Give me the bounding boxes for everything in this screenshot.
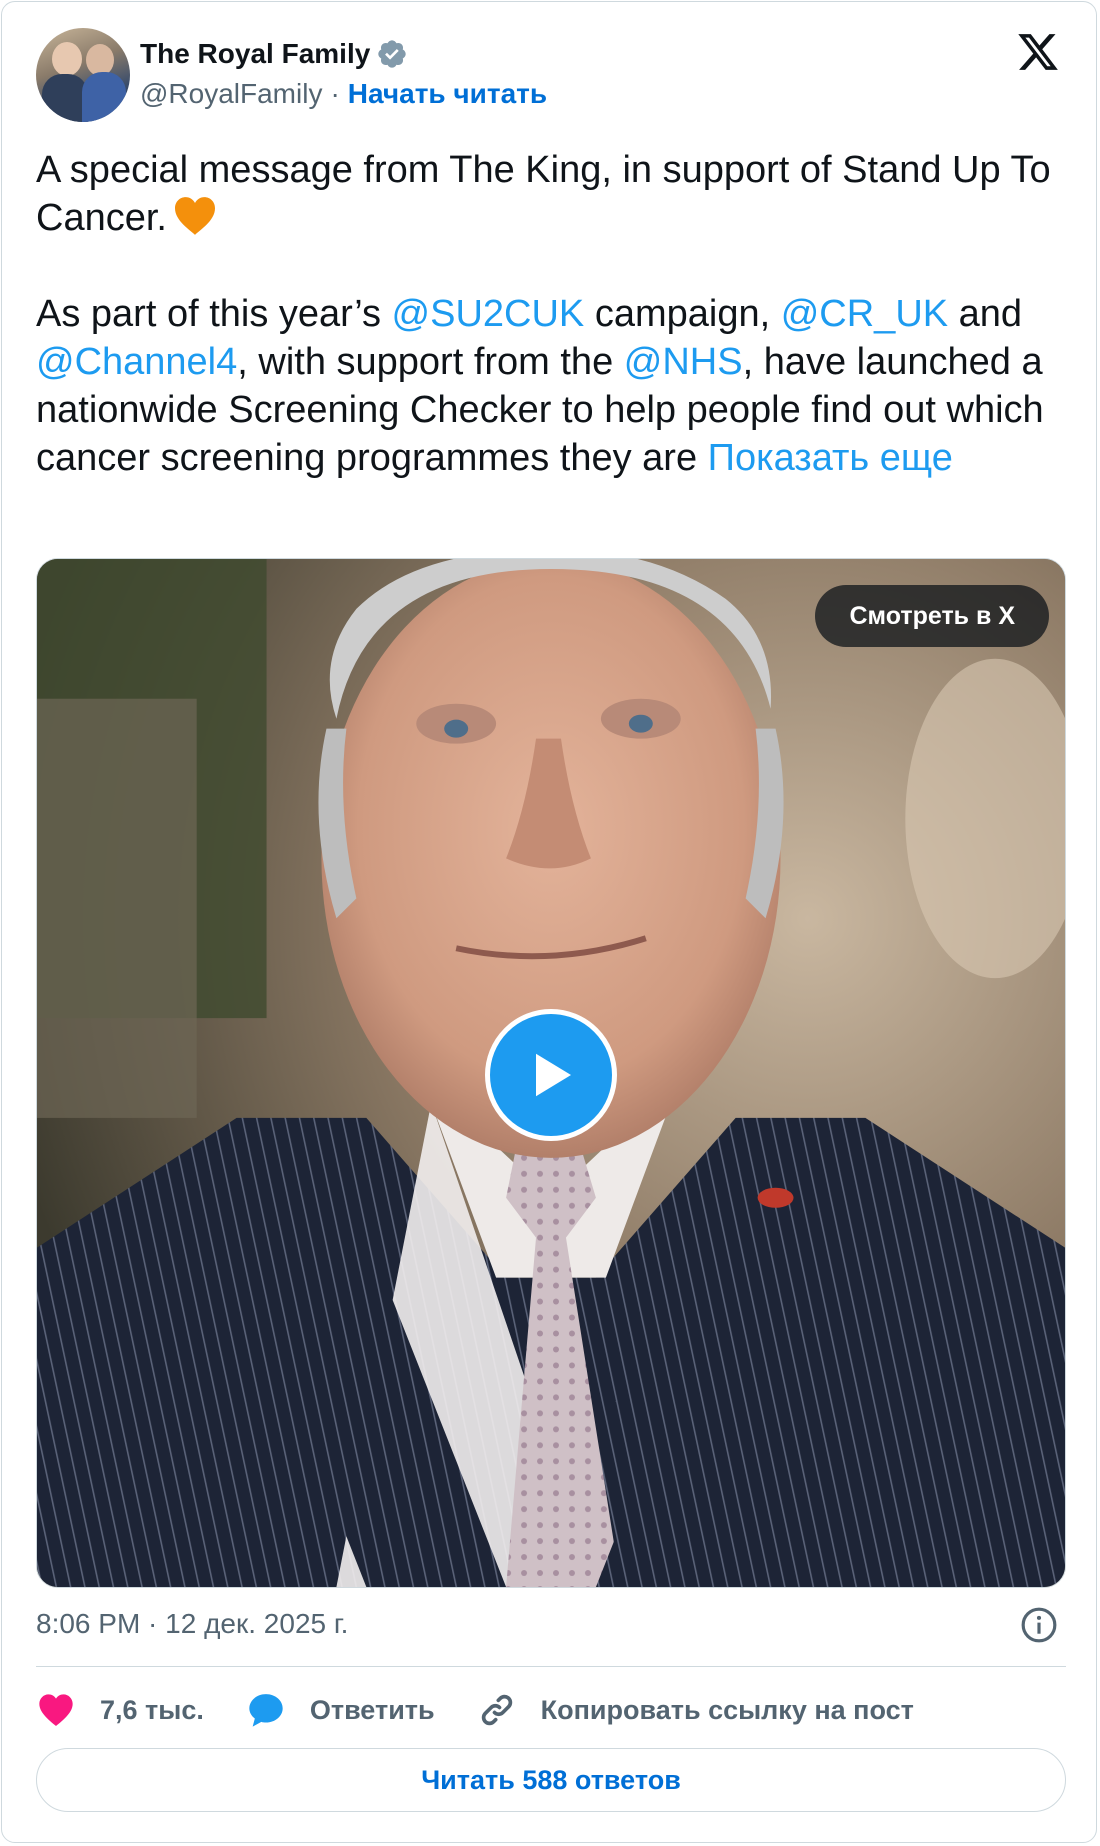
heart-icon [39, 1694, 73, 1726]
tweet-text-segment: , with support from the [237, 341, 624, 383]
mention-nhs[interactable]: @NHS [624, 341, 743, 383]
author-name-row: The Royal Family [140, 36, 408, 72]
author-handle[interactable]: @RoyalFamily [140, 78, 322, 110]
likes-count: 7,6 тыс. [100, 1694, 204, 1725]
verified-badge-icon [378, 40, 406, 68]
tweet-text: A special message from The King, in supp… [36, 146, 1066, 482]
read-replies-button[interactable]: Читать 588 ответов [36, 1748, 1066, 1812]
show-more-link[interactable]: Показать еще [708, 437, 953, 479]
x-logo-icon[interactable] [1016, 30, 1060, 74]
mention-su2cuk[interactable]: @SU2CUK [392, 293, 585, 335]
mention-cr-uk[interactable]: @CR_UK [781, 293, 948, 335]
mention-channel4[interactable]: @Channel4 [36, 341, 237, 383]
info-icon[interactable] [1020, 1606, 1058, 1644]
author-handle-row: @RoyalFamily · Начать читать [140, 76, 547, 112]
tweet-text-segment: and [948, 293, 1023, 335]
reply-label: Ответить [309, 1694, 435, 1725]
reply-bubble-icon [249, 1694, 283, 1727]
copy-link-label: Копировать ссылку на пост [540, 1694, 914, 1725]
tweet-paragraph-1: A special message from The King, in supp… [36, 146, 1066, 242]
like-button[interactable]: 7,6 тыс. [36, 1690, 204, 1730]
orange-heart-emoji-icon [174, 197, 215, 235]
tweet-text-segment: As part of this year’s [36, 293, 392, 335]
tweet-card: The Royal Family @RoyalFamily · Начать ч… [1, 1, 1097, 1843]
watch-on-x-button[interactable]: Смотреть в X [815, 585, 1049, 647]
separator-dot: · [330, 78, 340, 109]
copy-link-button[interactable]: Копировать ссылку на пост [477, 1690, 914, 1730]
play-button[interactable] [485, 1009, 617, 1141]
video-media[interactable]: Смотреть в X [36, 558, 1066, 1588]
action-bar: 7,6 тыс. Ответить Копировать ссылку на п… [36, 1688, 956, 1732]
reply-button[interactable]: Ответить [246, 1690, 435, 1730]
tweet-text-segment: campaign, [584, 293, 781, 335]
play-icon [536, 1053, 571, 1097]
avatar[interactable] [36, 28, 130, 122]
follow-link[interactable]: Начать читать [348, 78, 547, 110]
link-icon [481, 1694, 512, 1726]
tweet-paragraph-2: As part of this year’s @SU2CUK campaign,… [36, 290, 1066, 482]
tweet-timestamp[interactable]: 8:06 PM · 12 дек. 2025 г. [36, 1604, 348, 1644]
divider [36, 1666, 1066, 1667]
author-name[interactable]: The Royal Family [140, 38, 370, 70]
